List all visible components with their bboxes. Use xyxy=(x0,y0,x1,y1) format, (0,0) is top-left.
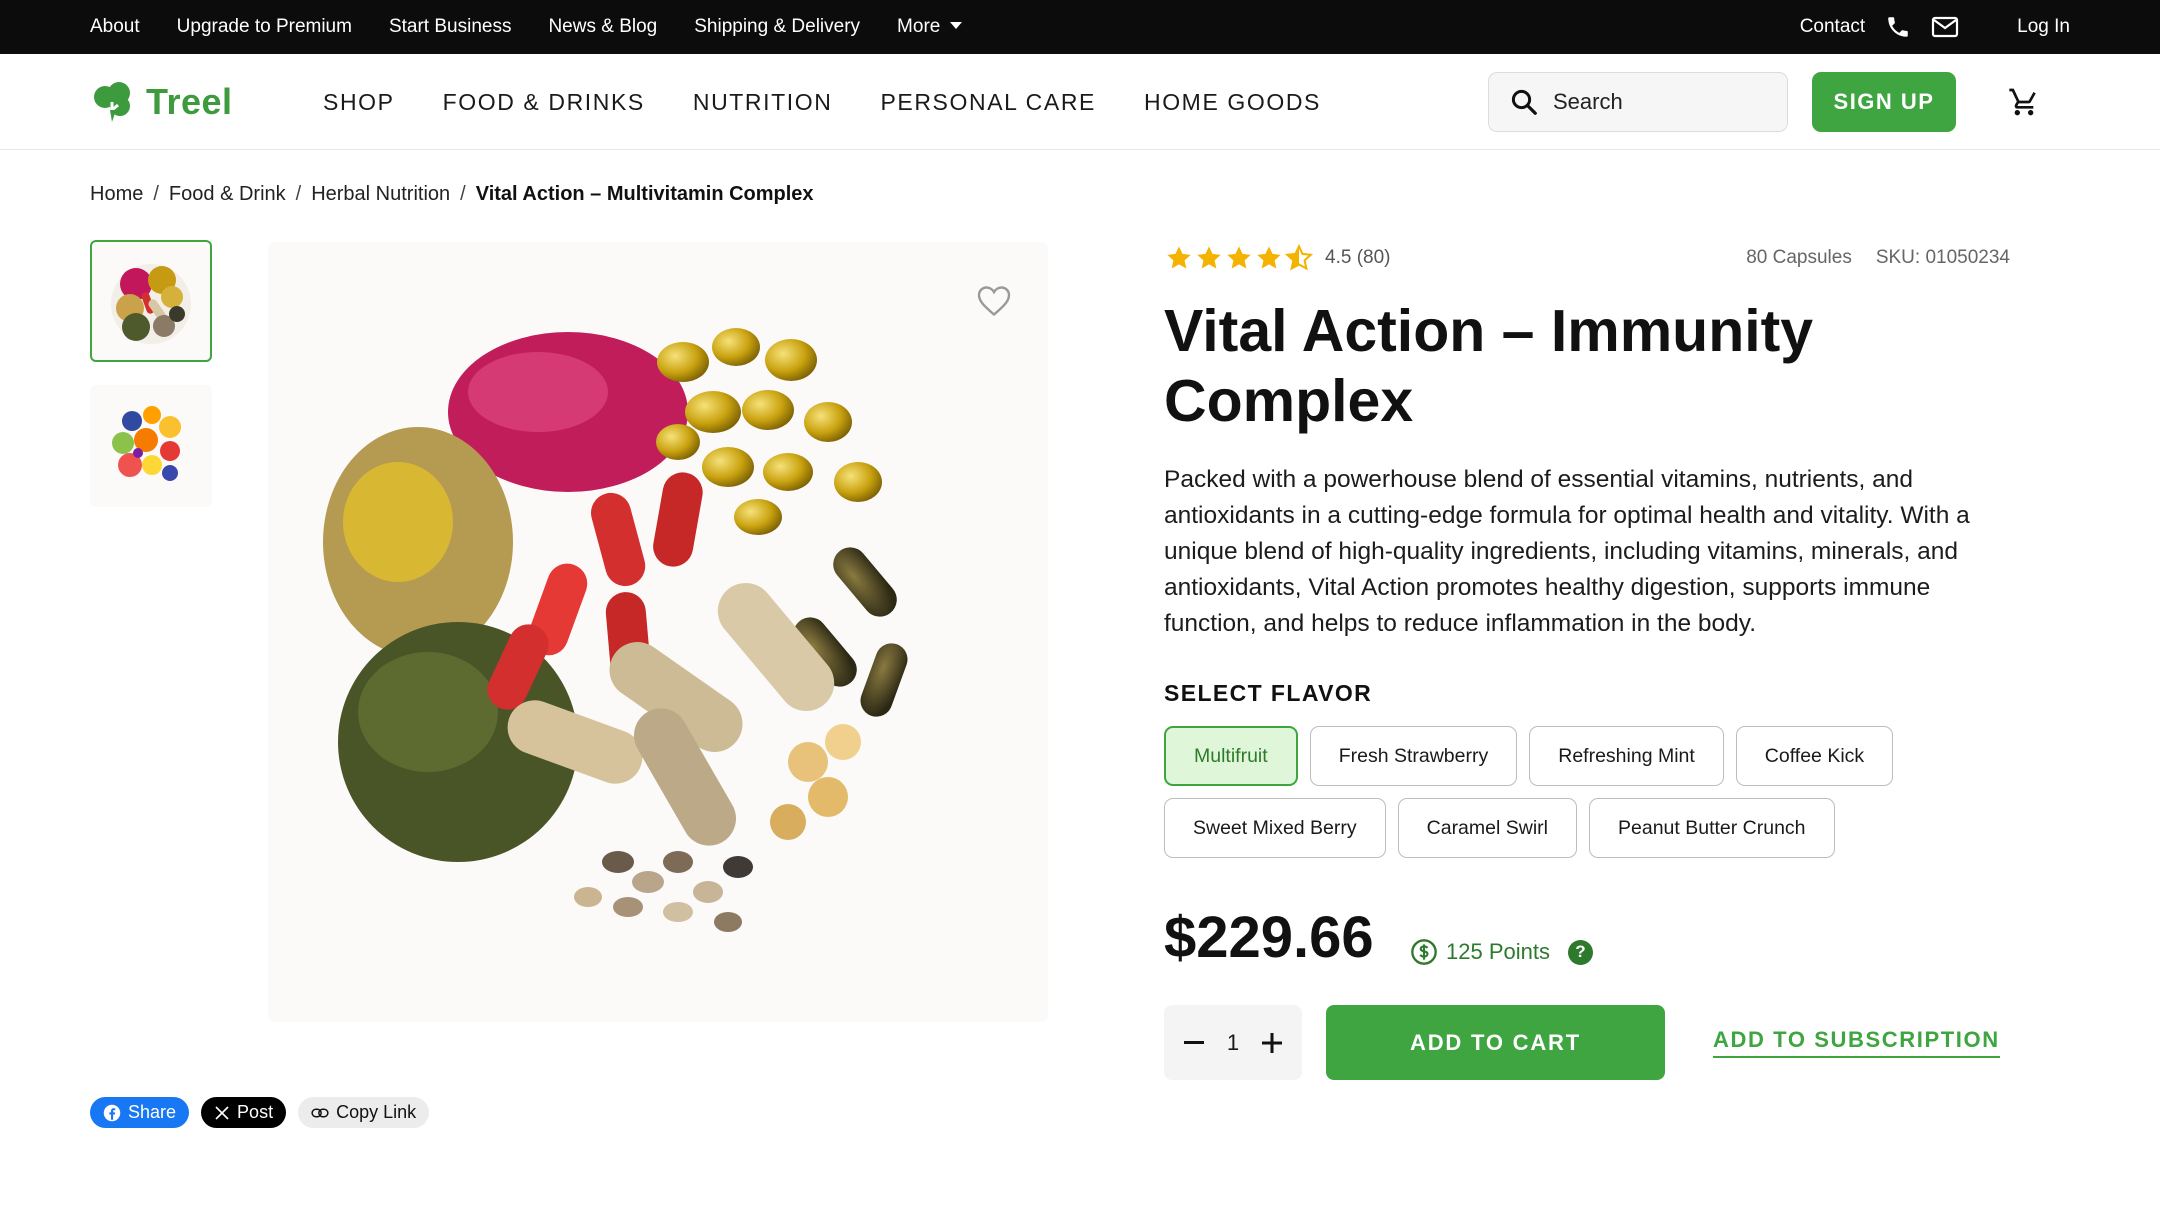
search-box xyxy=(1488,72,1788,132)
top-right-links: Contact Log In xyxy=(1800,0,2070,54)
flavor-option-multifruit[interactable]: Multifruit xyxy=(1164,726,1298,786)
breadcrumb-separator: / xyxy=(460,183,466,205)
wishlist-heart-icon[interactable] xyxy=(976,284,1012,323)
caret-down-icon xyxy=(950,22,963,29)
flavor-option-fresh-strawberry[interactable]: Fresh Strawberry xyxy=(1309,726,1518,786)
star-icon xyxy=(1257,246,1281,269)
star-icon xyxy=(1227,246,1251,269)
link-icon xyxy=(311,1108,329,1117)
search-icon[interactable] xyxy=(1509,87,1539,117)
capsule-count: 80 Capsules xyxy=(1746,247,1852,268)
product-meta: 80 Capsules SKU: 01050234 xyxy=(1746,247,2010,269)
top-link-start-business[interactable]: Start Business xyxy=(389,16,512,38)
nav-personal-care[interactable]: PERSONAL CARE xyxy=(880,89,1096,116)
star-icon xyxy=(1197,246,1221,269)
top-link-upgrade[interactable]: Upgrade to Premium xyxy=(177,16,352,38)
nav-home-goods[interactable]: HOME GOODS xyxy=(1144,89,1321,116)
breadcrumb-separator: / xyxy=(295,183,302,205)
add-to-cart-button[interactable]: ADD TO CART xyxy=(1326,1005,1665,1080)
copy-link-label: Copy Link xyxy=(336,1102,417,1122)
product-sku: SKU: 01050234 xyxy=(1875,247,2010,268)
main-nav: SHOP FOOD & DRINKS NUTRITION PERSONAL CA… xyxy=(323,54,1321,150)
top-link-about[interactable]: About xyxy=(90,16,140,38)
points-text: 125 Points xyxy=(1446,939,1550,964)
product-price: $229.66 xyxy=(1164,905,1374,970)
increase-quantity-button[interactable] xyxy=(1258,1029,1286,1057)
top-link-shipping[interactable]: Shipping & Delivery xyxy=(694,16,860,38)
breadcrumb-separator: / xyxy=(153,183,159,205)
product-thumbnail-supplements[interactable] xyxy=(90,240,212,362)
nav-shop[interactable]: SHOP xyxy=(323,89,395,116)
plus-icon xyxy=(1262,1032,1282,1053)
breadcrumb-herbal-nutrition[interactable]: Herbal Nutrition xyxy=(311,183,450,206)
more-dropdown[interactable]: More xyxy=(897,16,963,38)
reward-points: 125 Points ? xyxy=(1410,938,1593,966)
signup-button[interactable]: SIGN UP xyxy=(1812,72,1956,132)
flavor-options: Multifruit Fresh Strawberry Refreshing M… xyxy=(1164,726,1964,858)
add-to-subscription-link[interactable]: ADD TO SUBSCRIPTION xyxy=(1713,1027,2000,1058)
facebook-share-button[interactable]: Share xyxy=(90,1097,190,1128)
supplements-illustration xyxy=(323,328,908,932)
product-main-image[interactable] xyxy=(268,242,1048,1022)
rating-stars xyxy=(1165,244,1313,272)
breadcrumb-food-drink[interactable]: Food & Drink xyxy=(169,183,286,206)
coin-icon xyxy=(1411,939,1437,965)
fruits-thumbnail-image xyxy=(112,406,185,481)
breadcrumb-home[interactable]: Home xyxy=(90,183,143,206)
product-title: Vital Action – Immunity Complex xyxy=(1164,298,1814,434)
cart-icon[interactable] xyxy=(2008,86,2040,123)
flavor-section-label: SELECT FLAVOR xyxy=(1164,680,1373,706)
star-icon xyxy=(1167,246,1191,269)
x-post-button[interactable]: Post xyxy=(201,1097,287,1128)
quantity-stepper: 1 xyxy=(1164,1005,1302,1080)
brand-name: Treel xyxy=(146,81,233,122)
breadcrumb: Home / Food & Drink / Herbal Nutrition /… xyxy=(90,183,814,206)
contact-link[interactable]: Contact xyxy=(1800,16,1865,38)
flavor-option-refreshing-mint[interactable]: Refreshing Mint xyxy=(1529,726,1724,786)
product-rating[interactable]: 4.5 (80) xyxy=(1165,244,1390,272)
product-description: Packed with a powerhouse blend of essent… xyxy=(1164,466,1970,637)
facebook-share-label: Share xyxy=(128,1102,177,1122)
flavor-option-sweet-mixed-berry[interactable]: Sweet Mixed Berry xyxy=(1164,798,1386,858)
nav-food-drinks[interactable]: FOOD & DRINKS xyxy=(443,89,645,116)
top-links: About Upgrade to Premium Start Business … xyxy=(90,0,963,54)
flavor-option-coffee-kick[interactable]: Coffee Kick xyxy=(1735,726,1894,786)
nav-nutrition[interactable]: NUTRITION xyxy=(693,89,833,116)
flavor-option-caramel-swirl[interactable]: Caramel Swirl xyxy=(1397,798,1577,858)
brand-logo[interactable]: Treel xyxy=(90,80,233,124)
star-half-icon xyxy=(1285,244,1313,271)
share-buttons: Share Post Copy Link xyxy=(90,1097,430,1128)
top-link-news-blog[interactable]: News & Blog xyxy=(548,16,657,38)
x-icon xyxy=(215,1105,229,1120)
supplements-thumbnail-image xyxy=(111,264,191,344)
search-input[interactable] xyxy=(1553,89,1773,115)
breadcrumb-current: Vital Action – Multivitamin Complex xyxy=(475,183,814,205)
x-post-label: Post xyxy=(237,1102,274,1122)
product-thumbnail-fruits[interactable] xyxy=(90,385,212,507)
flavor-option-peanut-butter-crunch[interactable]: Peanut Butter Crunch xyxy=(1589,798,1835,858)
rating-text: 4.5 (80) xyxy=(1325,247,1391,268)
points-help-icon[interactable]: ? xyxy=(1567,939,1593,965)
decrease-quantity-button[interactable] xyxy=(1180,1029,1208,1057)
mail-icon[interactable] xyxy=(1931,15,1959,39)
main-header: Treel SHOP FOOD & DRINKS NUTRITION PERSO… xyxy=(0,54,2160,150)
logo-icon xyxy=(94,82,130,122)
top-utility-bar: About Upgrade to Premium Start Business … xyxy=(0,0,2160,54)
login-link[interactable]: Log In xyxy=(2017,16,2070,38)
copy-link-button[interactable]: Copy Link xyxy=(298,1097,430,1128)
more-label: More xyxy=(897,16,941,37)
minus-icon xyxy=(1184,1040,1204,1044)
quantity-value[interactable]: 1 xyxy=(1227,1030,1239,1056)
phone-icon[interactable] xyxy=(1885,14,1911,40)
facebook-icon xyxy=(103,1104,121,1121)
